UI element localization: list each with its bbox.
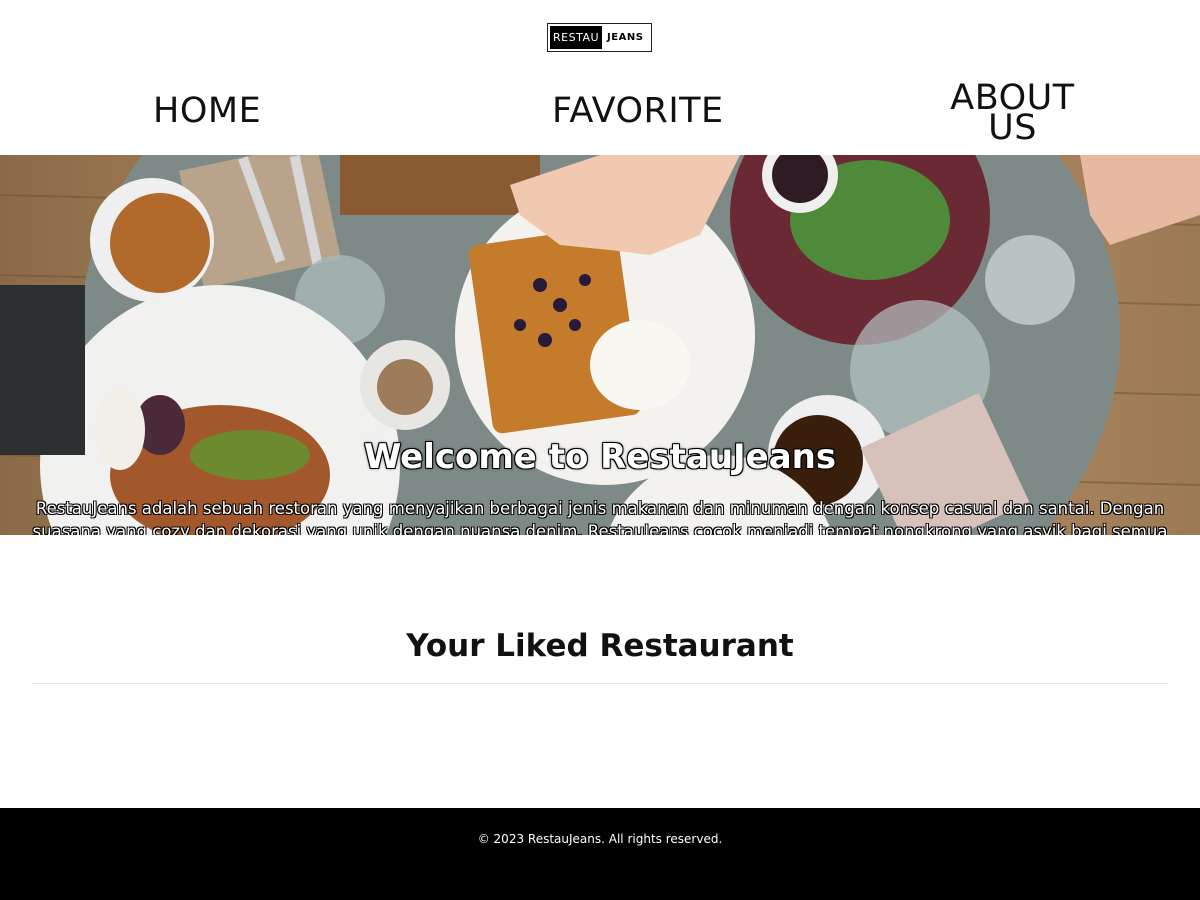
hero-title: Welcome to RestauJeans — [363, 437, 837, 477]
footer-copyright: © 2023 RestauJeans. All rights reserved. — [477, 832, 723, 846]
nav-about-line2: US — [988, 108, 1037, 148]
logo-text-jeans: JEANS — [607, 32, 644, 43]
nav-home-link[interactable]: HOME — [153, 94, 261, 129]
site-header: RESTAU JEANS HOME FAVORITE ABOUT US — [0, 0, 1200, 155]
liked-restaurant-title: Your Liked Restaurant — [406, 628, 794, 664]
section-divider — [32, 683, 1168, 684]
site-footer: © 2023 RestauJeans. All rights reserved. — [0, 808, 1200, 900]
hero-food-image — [0, 155, 1200, 535]
nav-about-us-link[interactable]: ABOUT US — [950, 81, 1075, 146]
logo-text-restau: RESTAU — [550, 26, 603, 49]
hero-description: RestauJeans adalah sebuah restoran yang … — [32, 499, 1168, 535]
restaujeans-logo[interactable]: RESTAU JEANS — [547, 23, 652, 52]
hero-banner: Welcome to RestauJeans RestauJeans adala… — [0, 155, 1200, 535]
nav-favorite-link[interactable]: FAVORITE — [552, 94, 724, 129]
